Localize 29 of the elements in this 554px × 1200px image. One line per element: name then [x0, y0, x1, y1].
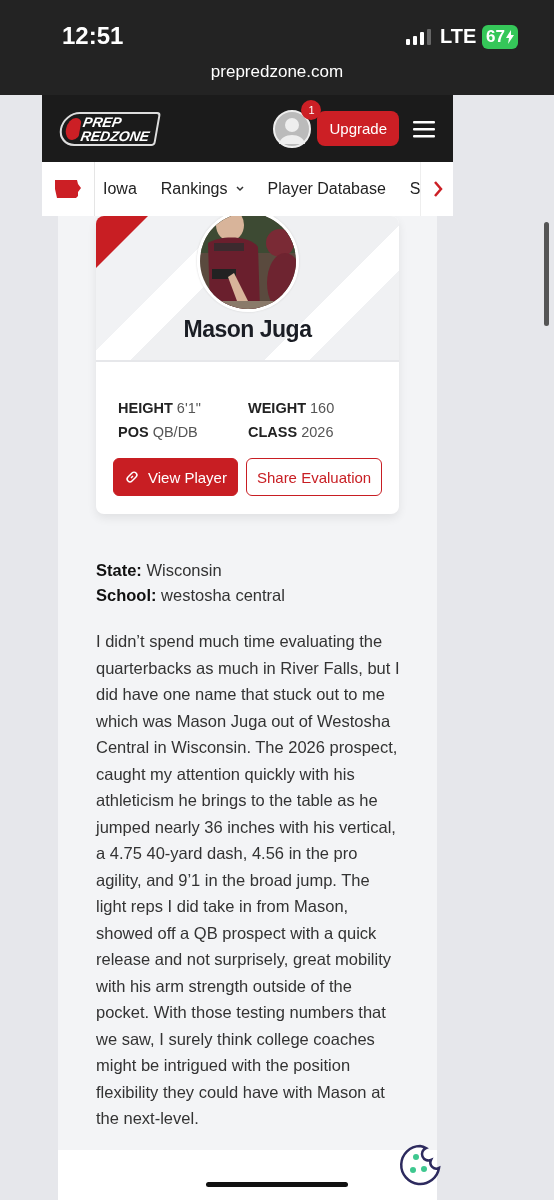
- nav-link[interactable]: Player Database: [267, 180, 386, 198]
- player-name: Mason Juga: [183, 316, 312, 343]
- notification-badge: 1: [301, 99, 322, 120]
- menu-icon[interactable]: [413, 119, 435, 138]
- stat-text: WEIGHT 160: [248, 400, 336, 416]
- url-text[interactable]: prepredzone.com: [210, 62, 344, 82]
- detail-text: School: westosha central: [96, 585, 286, 606]
- detail-text: State: Wisconsin: [96, 560, 223, 581]
- stat-text: HEIGHT 6'1": [118, 400, 202, 416]
- share-button[interactable]: Share Evaluation: [245, 458, 383, 496]
- view-player-button[interactable]: View Player: [113, 458, 238, 496]
- battery-indicator: 67: [482, 25, 518, 49]
- stat-text: CLASS 2026: [248, 424, 335, 440]
- evaluation-text: I didn’t spend much time evaluating the quarterbacks as much in River Falls, but I did have one name that stuck out to me which was Mason Juga out of Westosha Central in Wisconsin. The 2026 prospect, caught my attention quickly with his athleticism he brings to the table as he jumped nearly 36 inches with his vertical, a 4.75 40-yard dash, 4.56 in the pro agility, and 9’1 in the broad jump. The light reps I did take in from Mason, showed off a QB prospect with a quick release and not surprisely, great mobility with his arm strength outside of the pocket. With those testing numbers that we saw, I surely think college coaches might be intrigued with the position flexibility they could have with Mason at the next-level.: [96, 631, 401, 1129]
- clock-time: 12:51: [62, 22, 124, 50]
- site-logo[interactable]: PREP REDZONE: [57, 111, 162, 146]
- chevron-down-icon: [235, 186, 244, 192]
- link-icon: [124, 469, 140, 485]
- nav-link[interactable]: Iowa: [103, 180, 137, 198]
- signal-icon: [406, 29, 432, 45]
- corner-stripe: [96, 216, 148, 268]
- stat-text: POS QB/DB: [118, 424, 199, 440]
- nav-link[interactable]: Rankings: [160, 180, 244, 198]
- upgrade-button[interactable]: Upgrade: [317, 111, 399, 146]
- network-label: LTE: [440, 25, 477, 48]
- cookie-icon[interactable]: [398, 1143, 442, 1187]
- state-map-icon[interactable]: [54, 179, 82, 199]
- nav-link[interactable]: S: [409, 180, 421, 198]
- chevron-right-icon[interactable]: [433, 180, 444, 198]
